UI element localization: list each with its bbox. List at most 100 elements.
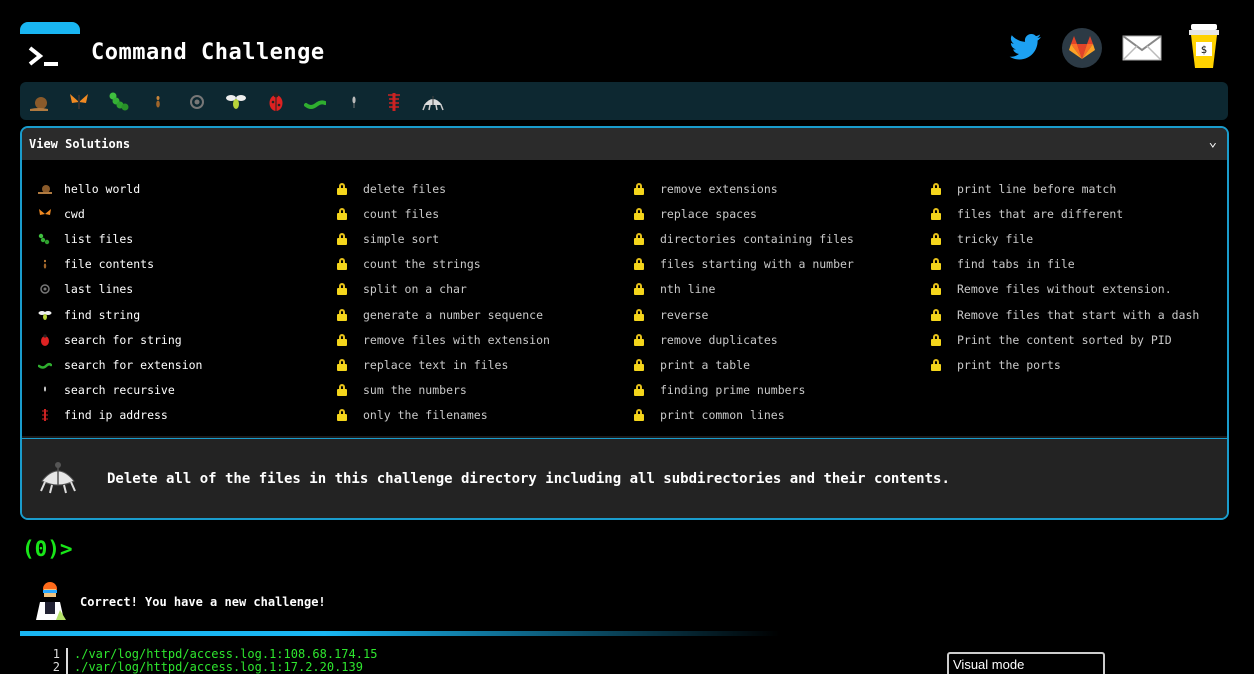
butterfly-icon[interactable] xyxy=(68,91,90,113)
solution-item[interactable]: split on a char xyxy=(337,277,550,302)
solutions-column-3: remove extensions replace spaces directori… xyxy=(634,176,854,428)
lock-icon xyxy=(337,384,363,397)
centipede-icon xyxy=(38,409,64,422)
solution-item[interactable]: last lines xyxy=(38,277,202,302)
solution-item[interactable]: files starting with a number xyxy=(634,252,854,277)
solution-item[interactable]: remove files with extension xyxy=(337,327,550,352)
solution-label: list files xyxy=(64,231,134,246)
solution-item[interactable]: search for string xyxy=(38,327,202,352)
chevron-down-icon[interactable]: ⌄ xyxy=(1209,134,1217,150)
solution-label: delete files xyxy=(363,181,447,196)
solution-item[interactable]: replace text in files xyxy=(337,352,550,377)
lock-icon xyxy=(337,333,363,346)
solution-item[interactable]: Print the content sorted by PID xyxy=(931,327,1199,352)
lock-icon xyxy=(337,409,363,422)
solution-label: last lines xyxy=(64,282,134,297)
solution-item[interactable]: print a table xyxy=(634,352,854,377)
mosquito-icon[interactable] xyxy=(343,91,365,113)
ant-icon xyxy=(38,258,64,270)
solution-item[interactable]: count files xyxy=(337,201,550,226)
visual-mode-button[interactable]: Visual mode xyxy=(947,652,1105,674)
centipede-icon[interactable] xyxy=(383,91,405,113)
view-solutions-toggle[interactable]: View Solutions xyxy=(22,128,1227,160)
twitter-icon[interactable] xyxy=(1004,26,1048,70)
solution-item[interactable]: remove extensions xyxy=(634,176,854,201)
solution-item[interactable]: only the filenames xyxy=(337,403,550,428)
solution-item[interactable]: file contents xyxy=(38,252,202,277)
lock-icon xyxy=(634,358,660,371)
solutions-list: hello world cwd list files file contents las… xyxy=(22,160,1227,436)
solution-item[interactable]: Remove files that start with a dash xyxy=(931,302,1199,327)
solution-item[interactable]: finding prime numbers xyxy=(634,378,854,403)
lock-icon xyxy=(337,182,363,195)
lock-icon xyxy=(931,333,957,346)
solution-label: file contents xyxy=(64,257,155,272)
solution-label: Remove files that start with a dash xyxy=(957,307,1200,322)
solution-label: remove files with extension xyxy=(363,332,550,347)
ladybug-icon[interactable] xyxy=(265,91,287,113)
solution-item[interactable]: simple sort xyxy=(337,226,550,251)
solution-item[interactable]: Remove files without extension. xyxy=(931,277,1199,302)
solution-label: Print the content sorted by PID xyxy=(957,332,1172,347)
solution-label: search for extension xyxy=(64,357,203,372)
solution-label: search for string xyxy=(64,332,182,347)
solution-label: Remove files without extension. xyxy=(957,282,1172,297)
lock-icon xyxy=(931,358,957,371)
app-header: Command Challenge $ xyxy=(20,22,1234,78)
lock-icon xyxy=(634,409,660,422)
solution-item[interactable]: print the ports xyxy=(931,352,1199,377)
solution-label: search recursive xyxy=(64,383,175,398)
solution-item[interactable]: directories containing files xyxy=(634,226,854,251)
beetle-round-icon[interactable] xyxy=(186,91,208,113)
solution-item[interactable]: generate a number sequence xyxy=(337,302,550,327)
challenge-description: Delete all of the files in this challeng… xyxy=(107,471,950,487)
solution-label: tricky file xyxy=(957,231,1034,246)
solution-item[interactable]: replace spaces xyxy=(634,201,854,226)
solution-item[interactable]: print line before match xyxy=(931,176,1199,201)
solution-label: find string xyxy=(64,307,141,322)
solution-item[interactable]: reverse xyxy=(634,302,854,327)
mail-icon[interactable] xyxy=(1120,26,1164,70)
lock-icon xyxy=(634,308,660,321)
lock-icon xyxy=(337,207,363,220)
solution-item[interactable]: list files xyxy=(38,226,202,251)
solution-item[interactable]: delete files xyxy=(337,176,550,201)
solution-item[interactable]: files that are different xyxy=(931,201,1199,226)
gitlab-icon[interactable] xyxy=(1062,28,1102,68)
solution-item[interactable]: hello world xyxy=(38,176,202,201)
lock-icon xyxy=(931,258,957,271)
worm-icon[interactable] xyxy=(304,91,326,113)
snail-icon[interactable] xyxy=(28,91,50,113)
output-text: ./var/log/httpd/access.log.1:17.2.20.139 xyxy=(74,660,363,674)
solution-item[interactable]: search for extension xyxy=(38,352,202,377)
cockroach-icon[interactable] xyxy=(422,91,444,113)
solution-item[interactable]: cwd xyxy=(38,201,202,226)
solution-item[interactable]: count the strings xyxy=(337,252,550,277)
current-challenge: Delete all of the files in this challeng… xyxy=(22,438,1227,518)
panel-title: View Solutions xyxy=(29,137,131,151)
butterfly-icon xyxy=(38,208,64,220)
solution-label: sum the numbers xyxy=(363,383,467,398)
caterpillar-icon[interactable] xyxy=(108,91,130,113)
lock-icon xyxy=(634,384,660,397)
solution-item[interactable]: print common lines xyxy=(634,403,854,428)
solution-label: replace text in files xyxy=(363,357,509,372)
solution-item[interactable]: find ip address xyxy=(38,403,202,428)
solution-item[interactable]: remove duplicates xyxy=(634,327,854,352)
solution-item[interactable]: sum the numbers xyxy=(337,378,550,403)
solution-item[interactable]: find string xyxy=(38,302,202,327)
ant-icon[interactable] xyxy=(147,91,169,113)
command-prompt[interactable]: (0)> xyxy=(22,537,73,561)
coffee-cup-icon[interactable]: $ xyxy=(1180,22,1228,70)
terminal-icon xyxy=(28,46,58,66)
fly-icon[interactable] xyxy=(225,91,247,113)
solution-item[interactable]: search recursive xyxy=(38,378,202,403)
solution-item[interactable]: tricky file xyxy=(931,226,1199,251)
solution-item[interactable]: nth line xyxy=(634,277,854,302)
solution-label: finding prime numbers xyxy=(660,383,806,398)
solution-label: nth line xyxy=(660,282,716,297)
terminal-logo[interactable] xyxy=(20,22,80,74)
solution-item[interactable]: find tabs in file xyxy=(931,252,1199,277)
lock-icon xyxy=(337,308,363,321)
cockroach-icon xyxy=(40,462,76,494)
